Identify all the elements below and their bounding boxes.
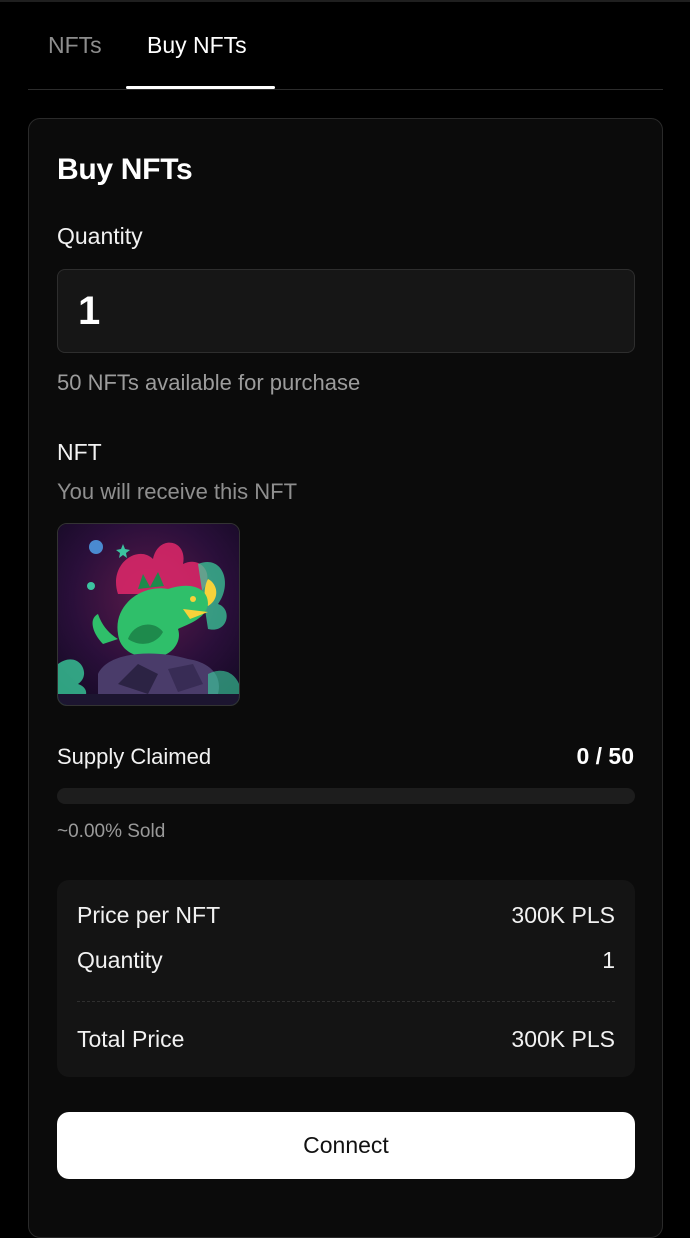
total-row: Total Price 300K PLS — [77, 1026, 615, 1053]
nft-image — [57, 523, 240, 706]
quantity-label: Quantity — [57, 223, 143, 249]
available-text: 50 NFTs available for purchase — [57, 370, 361, 395]
summary-divider — [77, 1001, 615, 1002]
price-summary: Price per NFT 300K PLS Quantity 1 Total … — [57, 880, 635, 1077]
supply-claimed-label: Supply Claimed — [57, 744, 212, 769]
supply-count: 0 / 50 — [576, 743, 634, 769]
nft-subtitle: You will receive this NFT — [57, 479, 298, 504]
dragon-artwork-icon — [58, 524, 239, 705]
tab-buy-nfts[interactable]: Buy NFTs — [147, 30, 247, 90]
nft-label: NFT — [57, 439, 102, 465]
total-value: 300K PLS — [511, 1026, 615, 1052]
price-value: 300K PLS — [511, 902, 615, 928]
summary-quantity-label: Quantity — [77, 947, 163, 973]
price-row: Price per NFT 300K PLS — [77, 902, 615, 929]
card-title: Buy NFTs — [57, 153, 193, 186]
connect-button[interactable]: Connect — [57, 1112, 635, 1179]
tab-bar: NFTs Buy NFTs — [28, 0, 663, 90]
quantity-row: Quantity 1 — [77, 947, 615, 974]
price-label: Price per NFT — [77, 902, 221, 928]
active-tab-indicator — [126, 86, 275, 89]
buy-nfts-card: Buy NFTs Quantity 50 NFTs available for … — [28, 118, 663, 1238]
supply-progress-bar — [57, 788, 635, 804]
tab-nfts[interactable]: NFTs — [48, 30, 102, 90]
summary-quantity-value: 1 — [602, 947, 615, 973]
total-label: Total Price — [77, 1026, 185, 1052]
sold-percentage: ~0.00% Sold — [57, 821, 166, 842]
quantity-input[interactable] — [57, 269, 635, 353]
